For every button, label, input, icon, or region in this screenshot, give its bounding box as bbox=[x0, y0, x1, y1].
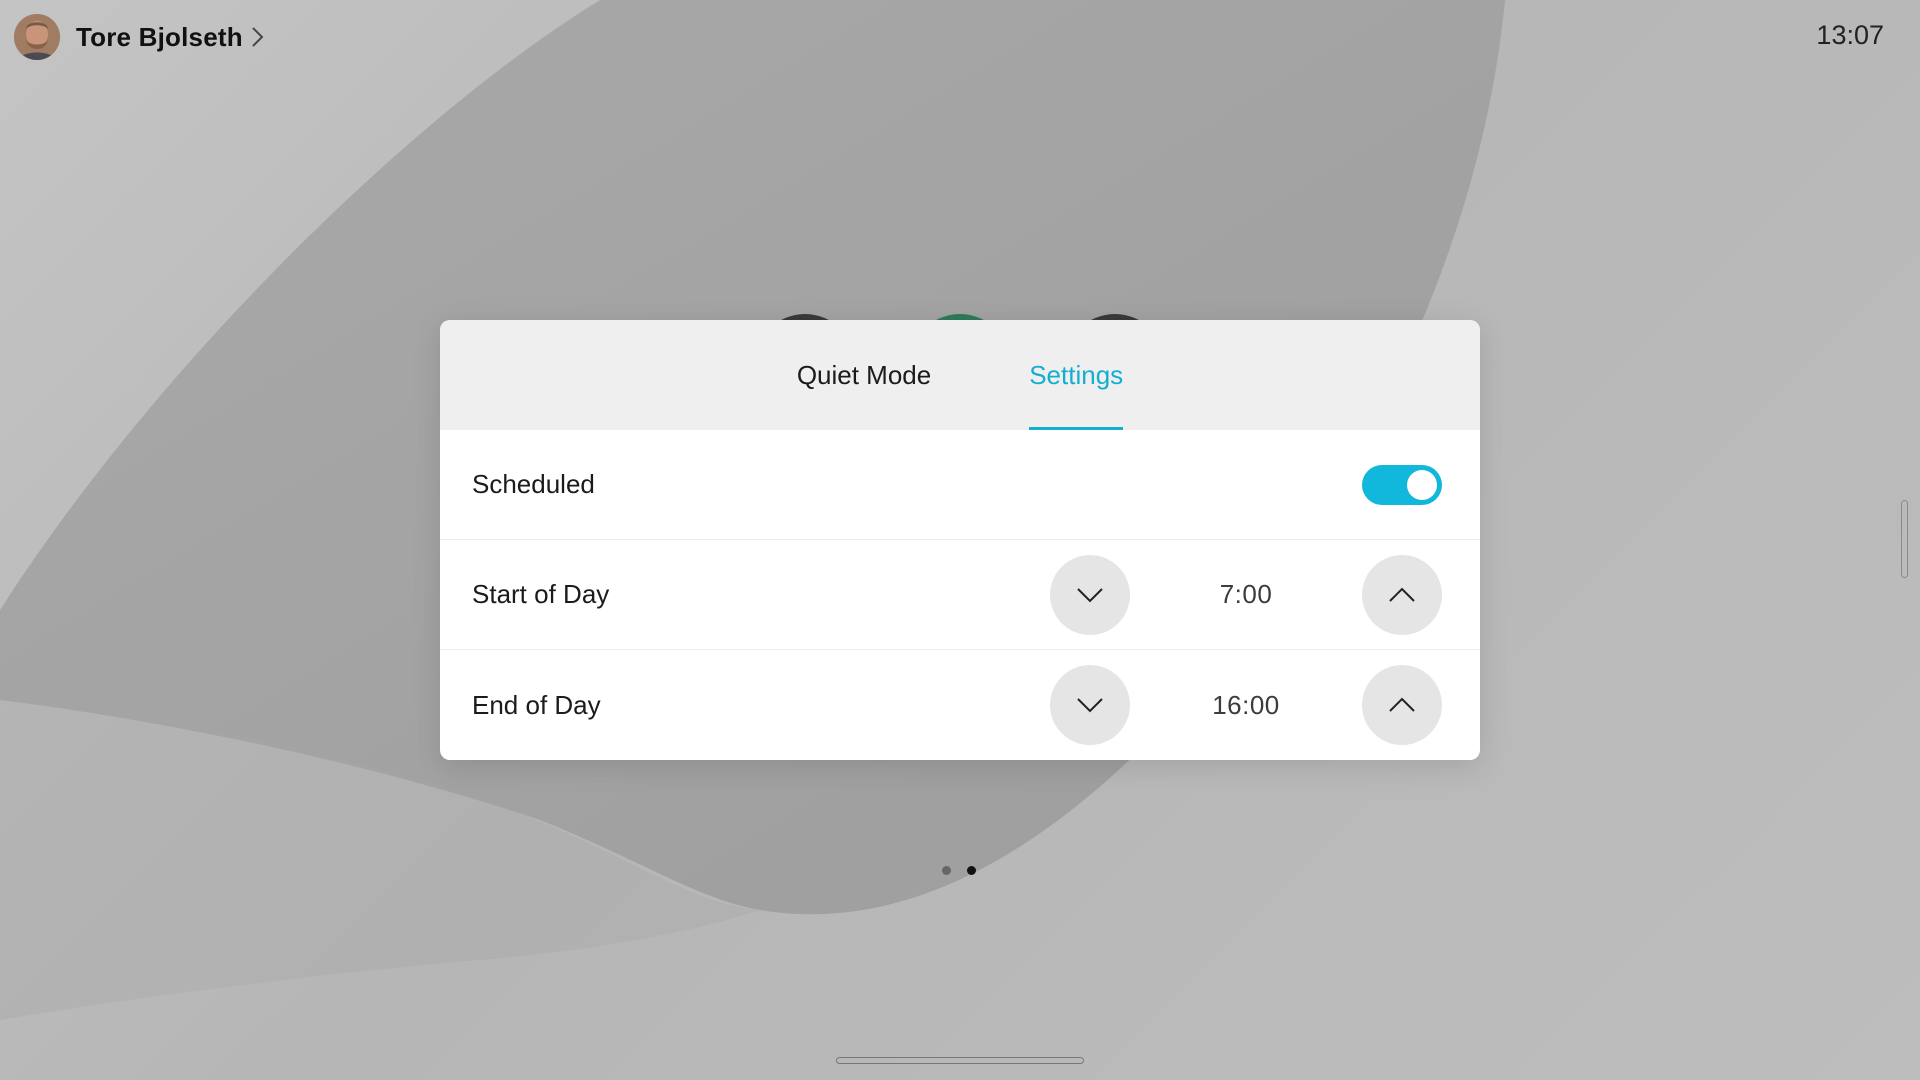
chevron-down-icon bbox=[1077, 587, 1103, 602]
page-indicator bbox=[942, 866, 976, 875]
chevron-down-icon bbox=[1077, 698, 1103, 713]
user-profile-button[interactable]: Tore Bjolseth bbox=[14, 13, 265, 61]
end-of-day-label: End of Day bbox=[472, 689, 601, 720]
chevron-right-icon bbox=[252, 27, 264, 47]
clock: 13:07 bbox=[1816, 20, 1884, 50]
end-of-day-value: 16:00 bbox=[1212, 689, 1280, 720]
tab-quiet-mode[interactable]: Quiet Mode bbox=[797, 320, 931, 430]
end-of-day-decrease-button[interactable] bbox=[1050, 665, 1130, 745]
page-dot-current[interactable] bbox=[967, 866, 976, 875]
page-dot[interactable] bbox=[942, 866, 951, 875]
avatar bbox=[14, 14, 60, 60]
scheduled-row: Scheduled bbox=[440, 430, 1480, 540]
quiet-mode-panel: Quiet Mode Settings Scheduled Start of D… bbox=[440, 320, 1480, 760]
scheduled-label: Scheduled bbox=[472, 469, 595, 499]
start-of-day-stepper: 7:00 bbox=[1050, 554, 1442, 635]
end-of-day-increase-button[interactable] bbox=[1362, 665, 1442, 745]
tab-bar: Quiet Mode Settings bbox=[440, 320, 1480, 430]
side-panel-handle[interactable] bbox=[1901, 500, 1908, 578]
toggle-knob bbox=[1407, 469, 1437, 500]
scheduled-toggle[interactable] bbox=[1362, 464, 1442, 505]
tab-settings[interactable]: Settings bbox=[1029, 320, 1123, 430]
start-of-day-increase-button[interactable] bbox=[1362, 554, 1442, 635]
end-of-day-stepper: 16:00 bbox=[1050, 665, 1442, 745]
start-of-day-row: Start of Day 7:00 bbox=[440, 540, 1480, 650]
end-of-day-row: End of Day 16:00 bbox=[440, 650, 1480, 760]
chevron-up-icon bbox=[1389, 697, 1415, 712]
user-name: Tore Bjolseth bbox=[76, 21, 243, 52]
chevron-up-icon bbox=[1389, 587, 1415, 602]
home-indicator[interactable] bbox=[836, 1057, 1084, 1064]
start-of-day-value: 7:00 bbox=[1219, 579, 1273, 609]
start-of-day-label: Start of Day bbox=[472, 579, 610, 609]
start-of-day-decrease-button[interactable] bbox=[1050, 554, 1130, 635]
